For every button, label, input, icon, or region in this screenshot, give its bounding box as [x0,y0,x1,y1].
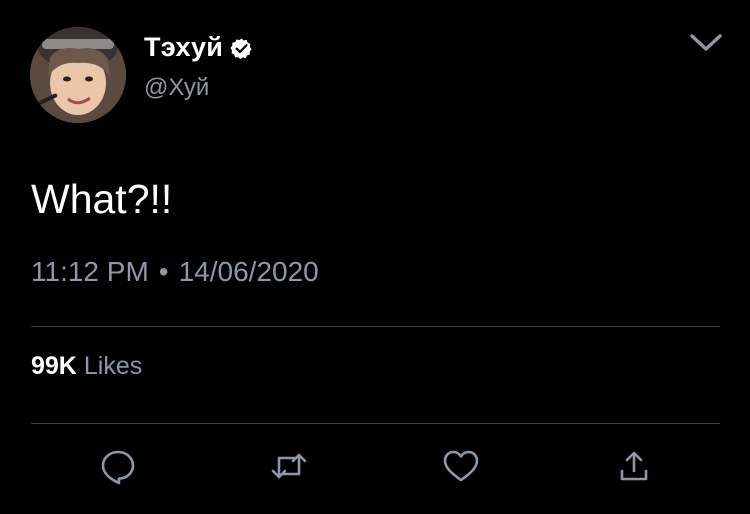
tweet-date[interactable]: 14/06/2020 [179,256,319,288]
avatar[interactable] [30,27,126,123]
user-handle[interactable]: @Хуй [144,74,209,102]
retweet-icon[interactable] [269,446,309,486]
display-name[interactable]: Тэхуй [144,30,253,64]
tweet-time[interactable]: 11:12 PM [31,256,149,288]
divider [31,423,720,424]
tweet-text: What?!! [31,176,173,222]
likes-count: 99K [31,352,77,380]
share-icon[interactable] [614,446,654,486]
verified-badge-icon [230,37,253,60]
likes-label: Likes [83,352,143,380]
tweet-timestamp: 11:12 PM • 14/06/2020 [31,256,319,288]
chevron-down-icon[interactable] [686,28,726,56]
display-name-text[interactable]: Тэхуй [144,32,223,63]
heart-icon[interactable] [441,446,481,486]
reply-icon[interactable] [98,446,138,486]
divider [31,326,720,327]
timestamp-separator: • [158,256,169,287]
likes-stat[interactable]: 99K Likes [31,352,142,381]
